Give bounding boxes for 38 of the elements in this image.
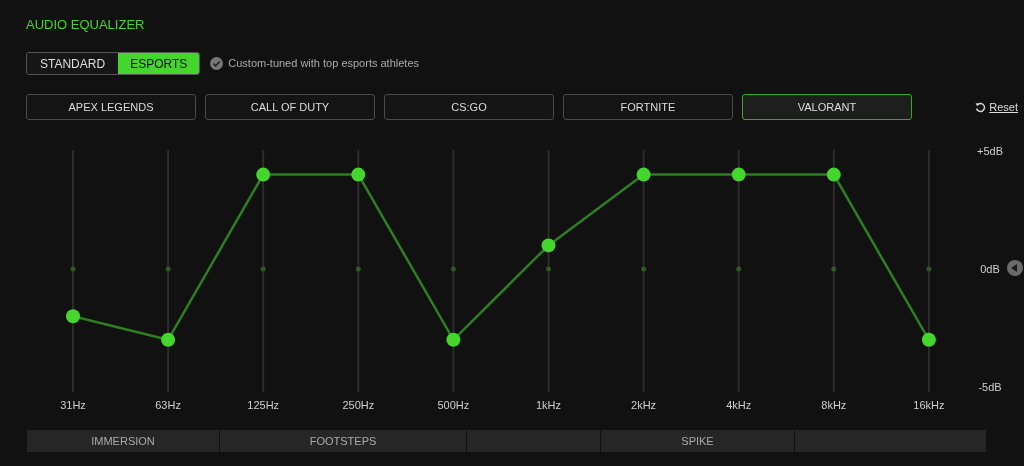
page-title: AUDIO EQUALIZER — [26, 17, 145, 33]
axis-label: +5dB — [977, 145, 1003, 157]
axis-label: 1kHz — [535, 399, 562, 411]
preset-button[interactable]: CS:GO — [384, 94, 554, 120]
band-handle[interactable] — [921, 332, 936, 347]
axis-label: 2kHz — [631, 399, 657, 411]
axis-label: -5dB — [978, 381, 1002, 393]
band-handle[interactable] — [731, 167, 746, 182]
axis-label: 500Hz — [437, 399, 470, 411]
zone-label: FOOTSTEPS — [220, 430, 466, 452]
mode-tab[interactable]: STANDARD — [27, 53, 119, 74]
band-handle[interactable] — [541, 238, 556, 253]
axis-label: 8kHz — [821, 399, 847, 411]
axis-label: 16kHz — [913, 399, 945, 411]
reset-icon — [975, 101, 987, 113]
mode-description: Custom-tuned with top esports athletes — [228, 56, 420, 72]
zone-label: SPIKE — [601, 430, 794, 452]
band-handle[interactable] — [636, 167, 651, 182]
axis-label: 31Hz — [60, 399, 86, 411]
preset-button[interactable]: VALORANT — [742, 94, 912, 120]
axis-label: 125Hz — [247, 399, 280, 411]
axis-label: 63Hz — [155, 399, 181, 411]
reset-button[interactable]: Reset — [975, 98, 1018, 116]
preset-button[interactable]: FORTNITE — [563, 94, 733, 120]
axis-label: 4kHz — [726, 399, 752, 411]
axis-label: 250Hz — [342, 399, 375, 411]
axis-label: 0dB — [980, 263, 1000, 275]
zone-label: IMMERSION — [27, 430, 219, 452]
preset-button[interactable]: APEX LEGENDS — [26, 94, 196, 120]
band-handle[interactable] — [826, 167, 841, 182]
preset-button[interactable]: CALL OF DUTY — [205, 94, 375, 120]
band-handle[interactable] — [256, 167, 271, 182]
band-handle[interactable] — [161, 332, 176, 347]
band-handle[interactable] — [66, 309, 80, 324]
band-handle[interactable] — [351, 167, 366, 182]
mode-tab[interactable]: ESPORTS — [118, 53, 200, 74]
level-handle-icon[interactable] — [1007, 260, 1023, 276]
band-handle[interactable] — [446, 332, 461, 347]
